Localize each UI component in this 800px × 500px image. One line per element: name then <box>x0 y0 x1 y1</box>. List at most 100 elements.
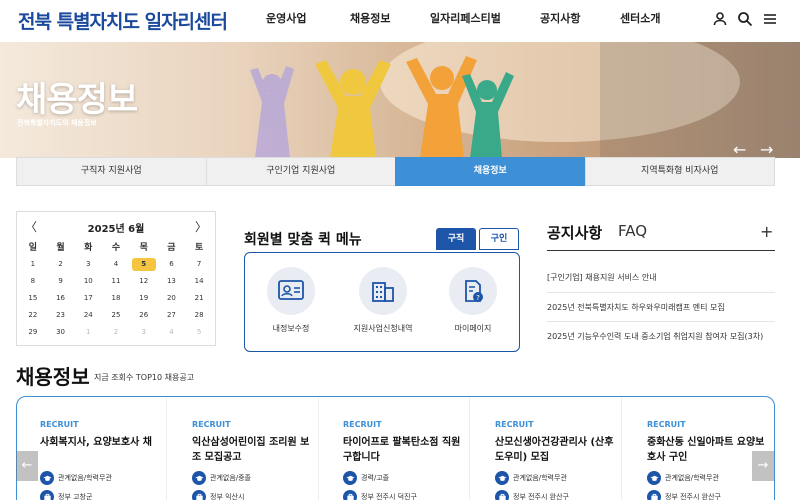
calendar-day[interactable]: 2 <box>47 256 75 273</box>
graduation-cap-icon <box>40 471 54 485</box>
quick-application-history[interactable]: 지원사업신청내역 <box>343 267 423 334</box>
job-meta-row: 관계없음/학력무관 <box>647 471 719 485</box>
graduation-cap-icon <box>647 471 661 485</box>
calendar-day[interactable]: 4 <box>102 256 130 273</box>
calendar: 〈 2025년 6월 〉 일 월 화 수 목 금 토 1 2 3 4 5 6 7… <box>16 211 216 346</box>
calendar-day-next-month: 4 <box>169 328 174 336</box>
calendar-day[interactable]: 9 <box>47 273 75 290</box>
weekday-label: 수 <box>111 243 121 253</box>
job-meta-row: 관계없음/학력무관 <box>40 471 112 485</box>
job-card[interactable]: RECRUIT 중화산동 신일아파트 요양보호사 구인 관계없음/학력무관 정부… <box>624 397 774 500</box>
job-location: 정부 전주시 완산구 <box>513 493 569 500</box>
calendar-day[interactable]: 7 <box>185 256 213 273</box>
quick-my-page[interactable]: ? 마이페이지 <box>433 267 513 334</box>
nav-about[interactable]: 센터소개 <box>620 0 660 38</box>
calendar-day[interactable]: 12 <box>130 273 158 290</box>
location-icon <box>647 490 661 500</box>
job-card[interactable]: RECRUIT 익산삼성어린이집 조리원 보조 모집공고 관계없음/중졸 정부 … <box>169 397 319 500</box>
calendar-day[interactable]: 24 <box>74 307 102 324</box>
calendar-day-next-month: 1 <box>86 328 91 336</box>
calendar-day[interactable]: 25 <box>102 307 130 324</box>
location-icon <box>192 490 206 500</box>
tab-regional-visa[interactable]: 지역특화형 비자사업 <box>584 157 775 186</box>
hero-next-arrow-icon[interactable]: → <box>760 140 773 158</box>
job-location: 정부 전주시 완산구 <box>665 493 721 500</box>
calendar-day[interactable]: 20 <box>158 290 186 307</box>
hero-prev-arrow-icon[interactable]: ← <box>733 140 746 158</box>
location-icon <box>40 490 54 500</box>
document-question-icon: ? <box>449 267 497 315</box>
calendar-day-today[interactable]: 5 <box>130 256 158 273</box>
job-title: 산모신생아건강관리사 (산후도우미) 모집 <box>495 437 614 463</box>
notice-separator <box>547 321 775 322</box>
calendar-day[interactable]: 16 <box>47 290 75 307</box>
graduation-cap-icon <box>192 471 206 485</box>
site-header: 전북 특별자치도 일자리센터 운영사업 채용정보 일자리페스티벌 공지사항 센터… <box>0 0 800 42</box>
job-requirement: 관계없음/중졸 <box>210 474 251 482</box>
jobs-carousel: RECRUIT 사회복지사, 요양보호사 채 관계없음/학력무관 정부 고창군 … <box>16 396 775 500</box>
job-requirement: 관계없음/학력무관 <box>58 474 112 482</box>
calendar-day[interactable]: 19 <box>130 290 158 307</box>
calendar-day[interactable]: 29 <box>19 324 47 341</box>
notice-item[interactable]: 2025년 기능우수인력 도내 중소기업 취업지원 참여자 모집(3차) <box>547 331 775 342</box>
calendar-day-next-month: 3 <box>141 328 146 336</box>
job-requirement: 경력/고졸 <box>361 474 390 482</box>
job-card[interactable]: RECRUIT 타이어프로 팔복탄소점 직원 구합니다 경력/고졸 정부 전주시… <box>320 397 470 500</box>
nav-job-festival[interactable]: 일자리페스티벌 <box>430 0 501 38</box>
quick-item-label: 지원사업신청내역 <box>353 324 413 333</box>
nav-jobs[interactable]: 채용정보 <box>350 0 390 38</box>
nav-operations[interactable]: 운영사업 <box>266 0 306 38</box>
quick-edit-profile[interactable]: 내정보수정 <box>251 267 331 334</box>
weekday-label: 금 <box>167 243 176 253</box>
calendar-day[interactable]: 8 <box>19 273 47 290</box>
tab-faq[interactable]: FAQ <box>618 222 647 240</box>
tab-notices[interactable]: 공지사항 <box>547 222 602 243</box>
calendar-day[interactable]: 21 <box>185 290 213 307</box>
job-tag: RECRUIT <box>647 420 686 429</box>
calendar-day[interactable]: 13 <box>158 273 186 290</box>
calendar-next-button[interactable]: 〉 <box>195 218 207 235</box>
notice-item[interactable]: [구인기업] 채용지원 서비스 안내 <box>547 272 775 283</box>
jobs-next-button[interactable]: → <box>752 451 774 481</box>
user-icon[interactable] <box>712 11 728 27</box>
calendar-day[interactable]: 14 <box>185 273 213 290</box>
calendar-day[interactable]: 1 <box>19 256 47 273</box>
job-tag: RECRUIT <box>343 420 382 429</box>
tab-job-info[interactable]: 채용정보 <box>395 157 585 186</box>
tab-employer-support[interactable]: 구인기업 지원사업 <box>205 157 395 186</box>
weekday-label: 토 <box>194 243 204 253</box>
calendar-day[interactable]: 17 <box>74 290 102 307</box>
calendar-day-next-month: 2 <box>113 328 119 336</box>
nav-notices[interactable]: 공지사항 <box>540 0 580 38</box>
quick-menu-tab-seeker[interactable]: 구직 <box>436 228 476 250</box>
job-card[interactable]: RECRUIT 사회복지사, 요양보호사 채 관계없음/학력무관 정부 고창군 <box>17 397 167 500</box>
jobs-section-subtitle: 지금 조회수 TOP10 채용공고 <box>94 373 195 382</box>
calendar-day[interactable]: 10 <box>74 273 102 290</box>
calendar-day[interactable]: 18 <box>102 290 130 307</box>
calendar-day[interactable]: 22 <box>19 307 47 324</box>
notice-divider <box>547 250 775 251</box>
search-icon[interactable] <box>737 11 753 27</box>
calendar-day-next-month: 5 <box>196 328 202 336</box>
jobs-prev-button[interactable]: ← <box>16 451 38 481</box>
site-logo[interactable]: 전북 특별자치도 일자리센터 <box>18 7 228 34</box>
notice-more-button[interactable]: + <box>760 222 773 241</box>
calendar-day[interactable]: 27 <box>158 307 186 324</box>
quick-item-label: 내정보수정 <box>272 324 310 333</box>
tab-seeker-support[interactable]: 구직자 지원사업 <box>16 157 206 186</box>
calendar-day[interactable]: 11 <box>102 273 130 290</box>
calendar-day[interactable]: 26 <box>130 307 158 324</box>
calendar-day[interactable]: 28 <box>185 307 213 324</box>
calendar-day[interactable]: 6 <box>158 256 186 273</box>
calendar-day[interactable]: 30 <box>47 324 75 341</box>
calendar-day[interactable]: 3 <box>74 256 102 273</box>
location-icon <box>495 490 509 500</box>
job-card[interactable]: RECRUIT 산모신생아건강관리사 (산후도우미) 모집 관계없음/학력무관 … <box>472 397 622 500</box>
job-meta-row: 정부 익산시 <box>192 490 244 500</box>
notice-item[interactable]: 2025년 전북특별자치도 하우와우미래캠프 멘티 모집 <box>547 302 775 313</box>
menu-icon[interactable] <box>762 11 778 27</box>
calendar-day[interactable]: 15 <box>19 290 47 307</box>
job-title: 사회복지사, 요양보호사 채 <box>40 437 152 448</box>
calendar-day[interactable]: 23 <box>47 307 75 324</box>
quick-menu-tab-employer[interactable]: 구인 <box>479 228 519 250</box>
